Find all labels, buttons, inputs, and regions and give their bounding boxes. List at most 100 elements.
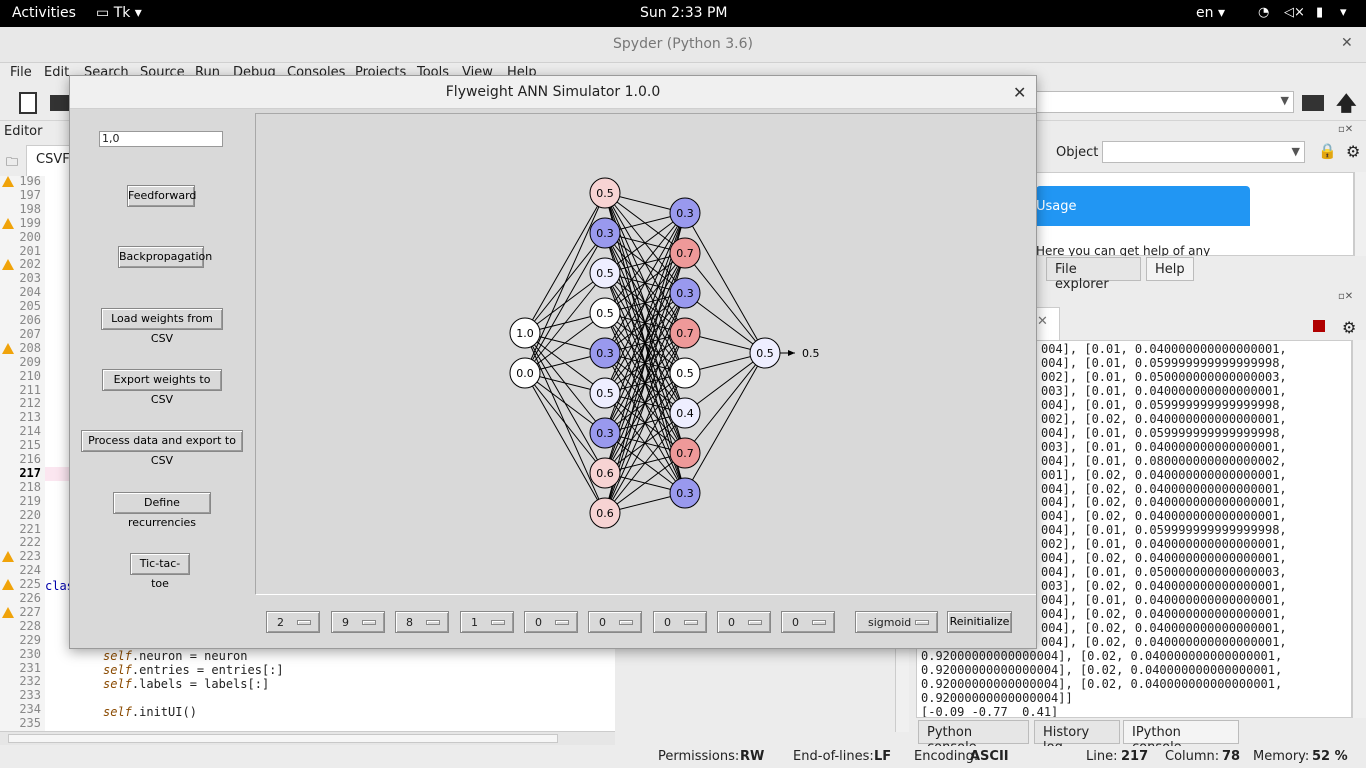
line-number: 230	[19, 646, 41, 661]
console-scrollbar[interactable]	[1352, 340, 1366, 718]
chevron-down-icon[interactable]: ▼	[1292, 145, 1300, 158]
chevron-down-icon[interactable]: ▼	[1281, 94, 1289, 107]
layer-size-select-3[interactable]: 8	[395, 611, 449, 633]
backpropagation-button[interactable]: Backpropagation	[118, 246, 212, 268]
process-data-button[interactable]: Process data and export to CSV	[81, 430, 243, 467]
warning-icon[interactable]	[2, 176, 14, 187]
layer-size-select-7[interactable]: 0	[653, 611, 707, 633]
layer-size-select-4[interactable]: 1	[460, 611, 514, 633]
clock[interactable]: Sun 2:33 PM	[640, 5, 728, 21]
console-tab[interactable]: ✕	[1036, 307, 1060, 340]
layer-size-value: 0	[535, 616, 542, 629]
line-number: 215	[19, 438, 41, 453]
console-line: 0.92000000000000004]]	[921, 690, 1073, 705]
system-menu-arrow[interactable]: ▾	[1340, 5, 1347, 20]
console-line: 004], [0.02, 0.040000000000000001,	[1041, 634, 1287, 649]
console-line: 001], [0.02, 0.040000000000000001,	[1041, 467, 1287, 482]
close-icon[interactable]: ✕	[1013, 83, 1026, 102]
layer-size-select-9[interactable]: 0	[781, 611, 835, 633]
layer-size-select-8[interactable]: 0	[717, 611, 771, 633]
console-line: 004], [0.01, 0.040000000000000001,	[1041, 593, 1287, 608]
warning-icon[interactable]	[2, 551, 14, 563]
close-icon[interactable]: ✕	[1341, 35, 1353, 51]
permissions-value: RW	[740, 749, 765, 764]
define-recurrencies-button[interactable]: Define recurrencies	[113, 492, 211, 529]
arrow-head-icon	[788, 350, 795, 356]
help-scrollbar[interactable]	[1354, 172, 1366, 256]
working-directory-input[interactable]: ▼	[1036, 91, 1294, 113]
lock-icon[interactable]: 🔒	[1318, 142, 1337, 160]
gear-icon[interactable]: ⚙	[1342, 318, 1356, 337]
network-canvas[interactable]: 1.0 0.0 0.5 0.3 0.5 0.5 0.3 0.5 0.3 0.6 0.6 0.3 0.7 0…	[255, 113, 1036, 595]
tab-ipython-console[interactable]: IPython console	[1123, 720, 1239, 755]
console-line: 0.92000000000000004], [0.02, 0.040000000…	[921, 676, 1283, 691]
activation-value: sigmoid	[868, 616, 912, 629]
stop-icon[interactable]	[1313, 320, 1325, 332]
gear-icon[interactable]: ⚙	[1346, 142, 1360, 161]
dropdown-indicator-icon	[491, 620, 505, 625]
warning-icon[interactable]	[2, 579, 14, 591]
close-tab-icon[interactable]: ✕	[1037, 314, 1048, 329]
menu-file[interactable]: File	[10, 65, 32, 80]
column-label: Column:	[1165, 749, 1220, 764]
line-number: 227	[19, 604, 41, 619]
menu-edit[interactable]: Edit	[44, 65, 69, 80]
warning-icon[interactable]	[2, 606, 14, 618]
line-number: 212	[19, 396, 41, 411]
neuron-value: 1.0	[516, 327, 534, 340]
layer-size-select-5[interactable]: 0	[524, 611, 578, 633]
line-number: 220	[19, 507, 41, 522]
export-weights-button[interactable]: Export weights to CSV	[102, 369, 222, 406]
app-menu-label: Tk	[113, 5, 131, 21]
neuron-value: 0.3	[676, 487, 694, 500]
layer-size-value: 8	[406, 616, 413, 629]
console-line: 003], [0.01, 0.040000000000000001,	[1041, 439, 1287, 454]
line-number: 203	[19, 271, 41, 286]
open-file-icon[interactable]	[50, 95, 70, 111]
line-number: 222	[19, 535, 41, 550]
usage-text: Here you can get help of any object	[1036, 244, 1211, 256]
line-number: 196	[19, 174, 41, 188]
console-line: 004], [0.01, 0.059999999999999998,	[1041, 523, 1287, 538]
permissions-label: Permissions:	[658, 749, 740, 764]
load-weights-button[interactable]: Load weights from CSV	[101, 308, 223, 345]
line-number: 213	[19, 410, 41, 425]
neuron-value: 0.7	[676, 327, 694, 340]
layer-size-value: 0	[792, 616, 799, 629]
line-number: 205	[19, 299, 41, 314]
dropdown-indicator-icon	[426, 620, 440, 625]
warning-icon[interactable]	[2, 217, 14, 229]
line-number: 233	[19, 688, 41, 703]
reinitialize-button[interactable]: Reinitialize	[947, 611, 1012, 633]
input-entry[interactable]: 1,0	[99, 131, 223, 147]
float-pane-icon[interactable]: ▫✕	[1338, 124, 1353, 135]
browse-tabs-icon[interactable]: 🗀	[6, 153, 18, 174]
editor-tab[interactable]: CSVF	[26, 145, 70, 176]
layer-size-select-6[interactable]: 0	[588, 611, 642, 633]
editor-horizontal-scrollbar[interactable]	[0, 731, 615, 745]
browse-folder-icon[interactable]	[1302, 95, 1324, 111]
tab-history-log[interactable]: History log	[1034, 720, 1120, 755]
line-number: 208	[19, 340, 41, 355]
layer-size-select-2[interactable]: 9	[331, 611, 385, 633]
tab-help[interactable]: Help	[1146, 257, 1194, 281]
dropdown-indicator-icon	[619, 620, 633, 625]
feedforward-button[interactable]: Feedforward	[127, 185, 196, 207]
new-file-icon[interactable]	[19, 92, 37, 114]
app-menu[interactable]: ▭ Tk ▾	[96, 5, 142, 21]
tab-python-console[interactable]: Python console	[918, 720, 1029, 755]
scrollbar-thumb[interactable]	[8, 734, 558, 743]
object-input[interactable]: ▼	[1102, 141, 1305, 163]
layer-size-select-1[interactable]: 2	[266, 611, 320, 633]
tab-file-explorer[interactable]: File explorer	[1046, 257, 1141, 292]
console-line: 003], [0.01, 0.040000000000000001,	[1041, 383, 1287, 398]
warning-icon[interactable]	[2, 259, 14, 271]
warning-icon[interactable]	[2, 342, 14, 354]
language-indicator[interactable]: en ▾	[1196, 5, 1225, 21]
tic-tac-toe-button[interactable]: Tic-tac-toe	[130, 553, 190, 590]
line-number: 217	[19, 465, 41, 480]
activation-select[interactable]: sigmoid	[855, 611, 938, 633]
float-console-icon[interactable]: ▫✕	[1338, 291, 1353, 302]
parent-directory-icon[interactable]: 🡅	[1336, 89, 1357, 123]
activities-button[interactable]: Activities	[12, 5, 76, 21]
